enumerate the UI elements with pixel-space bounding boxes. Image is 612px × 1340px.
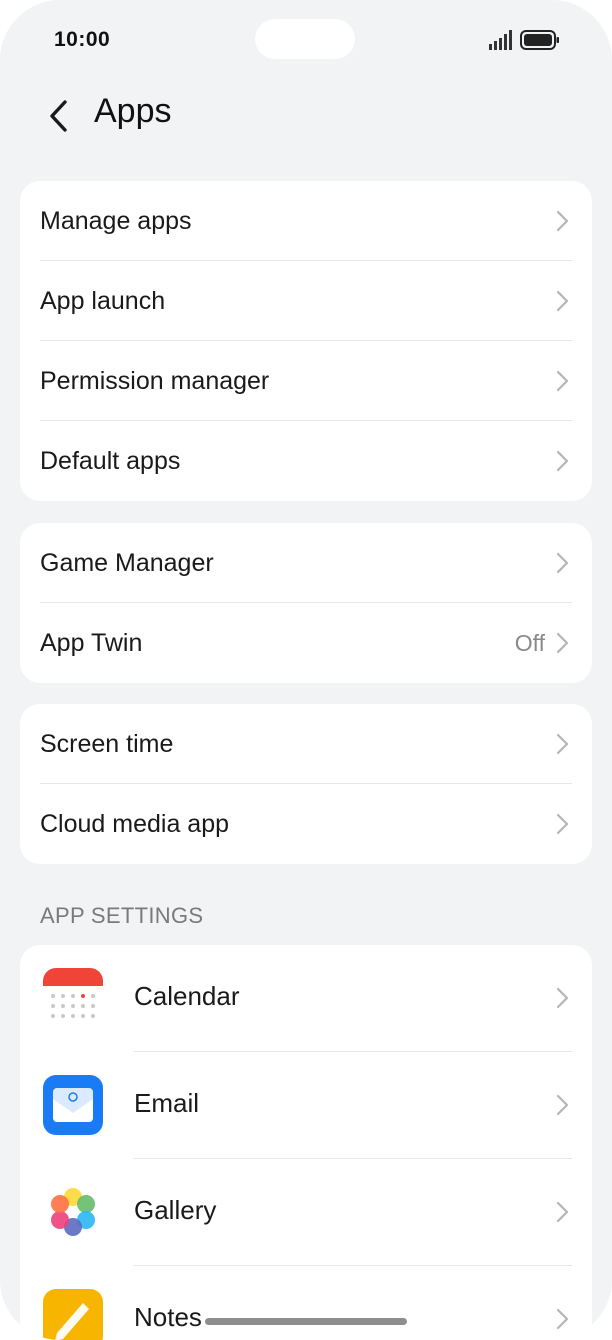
page-title: Apps [94, 92, 172, 130]
item-label: Screen time [40, 729, 174, 758]
cloud-media-app-item[interactable]: Cloud media app [20, 784, 592, 864]
item-label: Permission manager [40, 366, 270, 395]
card-app-features: Game Manager App Twin Off [20, 523, 592, 683]
chevron-right-icon [556, 1201, 569, 1223]
chevron-right-icon [556, 290, 569, 312]
calendar-item[interactable]: Calendar [20, 945, 592, 1052]
gallery-item[interactable]: Gallery [20, 1159, 592, 1266]
item-label: Default apps [40, 446, 181, 475]
home-indicator[interactable] [205, 1318, 407, 1325]
back-arrow-icon [50, 100, 67, 132]
chevron-right-icon [556, 733, 569, 755]
section-header-app-settings: APP SETTINGS [40, 903, 204, 928]
chevron-right-icon [556, 813, 569, 835]
app-launch-item[interactable]: App launch [20, 261, 592, 341]
back-button[interactable] [38, 96, 78, 136]
default-apps-item[interactable]: Default apps [20, 421, 592, 501]
gallery-icon [51, 1188, 95, 1236]
item-label: Gallery [134, 1195, 217, 1225]
item-label: Game Manager [40, 548, 214, 577]
permission-manager-item[interactable]: Permission manager [20, 341, 592, 421]
status-time: 10:00 [54, 28, 111, 51]
chevron-right-icon [556, 552, 569, 574]
chevron-right-icon [556, 450, 569, 472]
calendar-icon [43, 968, 103, 1028]
chevron-right-icon [556, 1308, 569, 1330]
item-label: Manage apps [40, 206, 192, 235]
battery-icon [520, 30, 559, 50]
notes-icon [43, 1289, 103, 1340]
card-app-usage: Screen time Cloud media app [20, 704, 592, 864]
phone-screen: 10:00 Apps Manage apps App launch Permis… [0, 0, 612, 1340]
camera-pill [255, 19, 355, 59]
email-icon [43, 1075, 103, 1135]
game-manager-item[interactable]: Game Manager [20, 523, 592, 603]
item-label: App launch [40, 286, 166, 315]
item-label: Notes [134, 1302, 202, 1332]
chevron-right-icon [556, 1094, 569, 1116]
chevron-right-icon [556, 370, 569, 392]
signal-icon [489, 30, 512, 50]
item-label: Email [134, 1088, 200, 1118]
chevron-right-icon [556, 632, 569, 654]
item-label: App Twin [40, 628, 143, 657]
email-item[interactable]: Email [20, 1052, 592, 1159]
item-label: Cloud media app [40, 809, 230, 838]
app-twin-status: Off [514, 629, 545, 656]
screen-time-item[interactable]: Screen time [20, 704, 592, 784]
manage-apps-item[interactable]: Manage apps [20, 181, 592, 261]
app-twin-item[interactable]: App Twin Off [20, 603, 592, 683]
card-app-management: Manage apps App launch Permission manage… [20, 181, 592, 501]
chevron-right-icon [556, 210, 569, 232]
notes-item[interactable]: Notes [20, 1266, 592, 1340]
card-app-settings: Calendar Email Gallery Notes [20, 945, 592, 1340]
chevron-right-icon [556, 987, 569, 1009]
item-label: Calendar [134, 981, 240, 1011]
